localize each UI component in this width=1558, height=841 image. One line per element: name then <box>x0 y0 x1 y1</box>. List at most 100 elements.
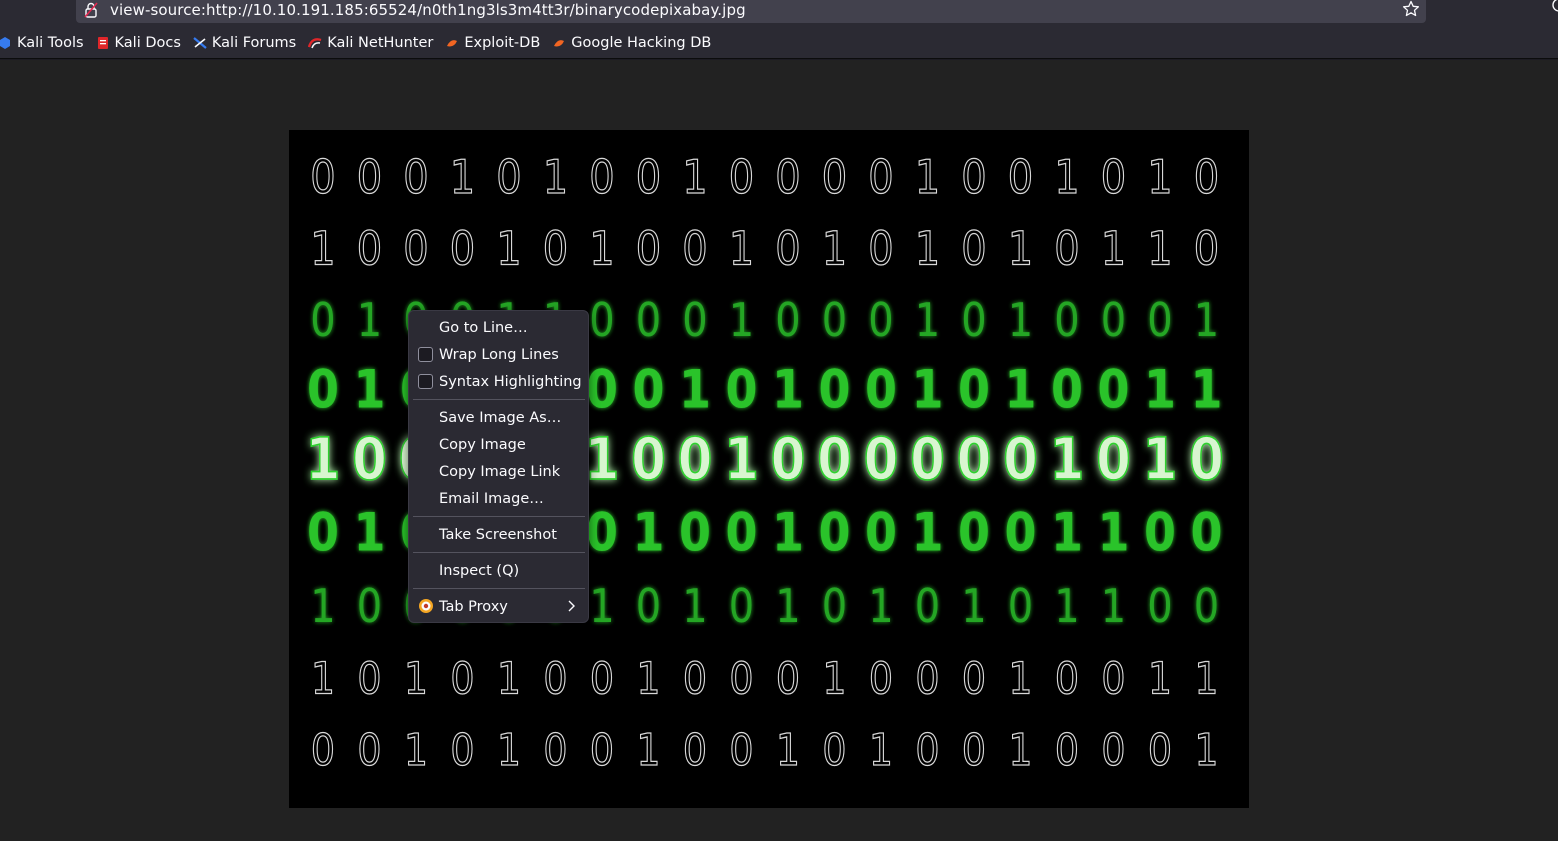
menu-separator <box>413 399 585 400</box>
menu-item-take-screenshot[interactable]: Take Screenshot <box>409 521 588 548</box>
binary-digit: 0 <box>307 358 339 420</box>
binary-digit: 0 <box>636 223 661 276</box>
binary-digit: 1 <box>310 580 335 633</box>
menu-item-syntax-highlighting[interactable]: Syntax Highlighting <box>409 368 588 395</box>
binary-digit: 0 <box>636 580 661 633</box>
binary-digit: 0 <box>729 653 753 704</box>
menu-item-label: Syntax Highlighting <box>439 373 582 390</box>
menu-item-label: Take Screenshot <box>439 526 557 543</box>
menu-item-email-image[interactable]: Email Image… <box>409 485 588 512</box>
binary-digit: 0 <box>864 426 899 493</box>
binary-digit: 1 <box>1190 358 1222 420</box>
binary-digit: 1 <box>1194 724 1218 775</box>
menu-item-save-image-as[interactable]: Save Image As… <box>409 404 588 431</box>
kali-forums-icon <box>193 37 207 49</box>
binary-digit: 0 <box>1055 724 1079 775</box>
binary-digit: 1 <box>404 724 428 775</box>
navigation-toolbar: view-source:http://10.10.191.185:65524/n… <box>0 0 1558 28</box>
binary-digit: 0 <box>822 294 847 347</box>
binary-digit: 0 <box>910 426 945 493</box>
google-hacking-db-icon <box>554 40 565 47</box>
binary-digit: 0 <box>868 151 893 204</box>
binary-digit: 0 <box>1189 426 1224 493</box>
binary-digit: 1 <box>1008 724 1032 775</box>
binary-digit: 1 <box>822 653 846 704</box>
binary-digit: 0 <box>403 151 428 204</box>
binary-digit: 0 <box>865 501 897 563</box>
menu-item-label: Inspect (Q) <box>439 562 520 579</box>
bookmark-kali-forums[interactable]: Kali Forums <box>187 28 302 59</box>
binary-digit: 0 <box>817 426 852 493</box>
binary-digit: 0 <box>1101 294 1126 347</box>
binary-digit: 0 <box>822 151 847 204</box>
menu-item-copy-image-link[interactable]: Copy Image Link <box>409 458 588 485</box>
binary-digit: 0 <box>1144 501 1176 563</box>
bookmark-star-icon[interactable] <box>1402 0 1420 18</box>
binary-digit: 0 <box>310 294 335 347</box>
binary-digit: 1 <box>868 580 893 633</box>
binary-digit: 1 <box>961 580 986 633</box>
binary-digit: 1 <box>1101 580 1126 633</box>
menu-item-copy-image[interactable]: Copy Image <box>409 431 588 458</box>
lock-icon[interactable] <box>84 2 98 18</box>
bookmark-exploit-db[interactable]: Exploit-DB <box>439 28 546 59</box>
binary-digit: 1 <box>729 223 754 276</box>
binary-digit: 0 <box>631 426 666 493</box>
bookmark-google-hacking-db[interactable]: Google Hacking DB <box>546 28 717 59</box>
binary-digit: 1 <box>636 724 660 775</box>
menu-item-inspect[interactable]: Inspect (Q) <box>409 557 588 584</box>
image-viewer: 0001010010000100101010001010010101010110… <box>0 60 1558 841</box>
binary-digit: 0 <box>307 501 339 563</box>
menu-item-label: Wrap Long Lines <box>439 346 559 363</box>
menu-separator <box>413 588 585 589</box>
binary-digit: 0 <box>1096 426 1131 493</box>
kali-tools-icon <box>0 37 10 49</box>
binary-digit: 1 <box>404 653 428 704</box>
binary-digit: 0 <box>729 580 754 633</box>
binary-digit: 1 <box>1147 151 1172 204</box>
binary-digit: 0 <box>962 653 986 704</box>
extension-icon[interactable] <box>1550 0 1558 18</box>
binary-digit: 1 <box>724 426 759 493</box>
bookmark-label: Exploit-DB <box>464 35 541 51</box>
binary-digit: 0 <box>962 724 986 775</box>
kali-nethunter-icon <box>308 38 322 49</box>
binary-digit: 0 <box>636 151 661 204</box>
binary-digit: 1 <box>1194 653 1218 704</box>
menu-separator <box>413 516 585 517</box>
menu-item-go-to-line[interactable]: Go to Line… <box>409 314 588 341</box>
bookmark-kali-docs[interactable]: Kali Docs <box>90 28 187 59</box>
binary-digit: 0 <box>1003 426 1038 493</box>
binary-digit: 1 <box>682 151 707 204</box>
binary-digit: 0 <box>1148 724 1172 775</box>
bookmark-kali-nethunter[interactable]: Kali NetHunter <box>302 28 439 59</box>
binary-digit: 1 <box>1008 653 1032 704</box>
binary-digit: 0 <box>818 358 850 420</box>
binary-digit: 0 <box>589 294 614 347</box>
binary-digit: 1 <box>585 426 620 493</box>
url-text[interactable]: view-source:http://10.10.191.185:65524/n… <box>110 1 746 19</box>
binary-digit: 0 <box>682 294 707 347</box>
binary-digit: 1 <box>497 724 521 775</box>
wrap-long-lines-checkbox[interactable] <box>418 347 433 362</box>
binary-digit: 0 <box>450 223 475 276</box>
menu-item-tab-proxy[interactable]: Tab Proxy <box>409 593 588 620</box>
binary-digit: 1 <box>1144 358 1176 420</box>
menu-separator <box>413 552 585 553</box>
url-bar[interactable]: view-source:http://10.10.191.185:65524/n… <box>76 0 1426 23</box>
binary-digit: 1 <box>679 358 711 420</box>
binary-digit: 0 <box>1101 653 1125 704</box>
syntax-highlighting-checkbox[interactable] <box>418 374 433 389</box>
binary-digit: 1 <box>450 151 475 204</box>
binary-digit: 0 <box>729 151 754 204</box>
menu-item-wrap-long-lines[interactable]: Wrap Long Lines <box>409 341 588 368</box>
binary-digit: 1 <box>911 501 943 563</box>
binary-digit: 0 <box>450 653 474 704</box>
binary-digit: 0 <box>915 653 939 704</box>
binary-digit: 1 <box>1194 294 1219 347</box>
bookmark-kali-tools[interactable]: Kali Tools <box>0 28 90 59</box>
binary-digit: 1 <box>353 358 385 420</box>
binary-digit: 1 <box>353 501 385 563</box>
binary-digit: 0 <box>310 151 335 204</box>
binary-digit: 1 <box>1054 580 1079 633</box>
